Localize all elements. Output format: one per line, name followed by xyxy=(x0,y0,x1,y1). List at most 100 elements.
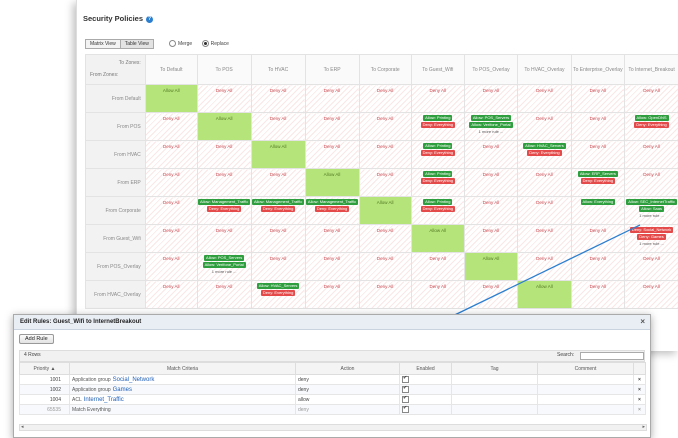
policy-cell[interactable]: Deny All xyxy=(518,253,571,281)
tab-matrix-view[interactable]: Matrix View xyxy=(86,40,120,48)
scroll-right-icon[interactable]: ▸ xyxy=(642,424,645,430)
policy-cell[interactable]: Deny All xyxy=(359,281,411,309)
enabled-checkbox[interactable] xyxy=(402,376,409,383)
more-rules-link[interactable]: 1 more rule ... xyxy=(637,241,666,247)
more-rules-link[interactable]: 1 more rule ... xyxy=(637,213,666,219)
priority-column-header[interactable]: Priority ▲ xyxy=(20,363,70,375)
horizontal-scrollbar[interactable]: ◂ ▸ xyxy=(19,424,647,431)
policy-cell[interactable]: Deny All xyxy=(625,281,678,309)
rule-action[interactable]: allow xyxy=(296,395,400,405)
policy-cell[interactable]: Deny All xyxy=(359,253,411,281)
policy-cell[interactable]: Allow: OpenDNSDeny: Everything xyxy=(625,113,678,141)
policy-cell[interactable]: Allow All xyxy=(518,281,571,309)
policy-cell[interactable]: Deny All xyxy=(359,169,411,197)
policy-cell[interactable]: Deny All xyxy=(305,253,359,281)
policy-cell[interactable]: Allow: Management_TrafficDeny: Everythin… xyxy=(251,197,305,225)
policy-cell[interactable]: Deny All xyxy=(305,85,359,113)
rule-tag[interactable] xyxy=(452,395,538,405)
policy-cell[interactable]: Deny All xyxy=(625,169,678,197)
policy-cell[interactable]: Deny All xyxy=(625,141,678,169)
policy-cell[interactable]: Deny All xyxy=(464,197,517,225)
policy-cell[interactable]: Deny All xyxy=(251,253,305,281)
policy-cell[interactable]: Allow: PrintingDeny: Everything xyxy=(411,141,464,169)
policy-cell[interactable]: Deny All xyxy=(359,141,411,169)
policy-cell[interactable]: Deny All xyxy=(145,225,197,253)
policy-cell[interactable]: Deny All xyxy=(464,169,517,197)
policy-cell[interactable]: Allow: Management_TrafficDeny: Everythin… xyxy=(197,197,251,225)
policy-cell[interactable]: Allow: PrintingDeny: Everything xyxy=(411,197,464,225)
policy-cell[interactable]: Deny All xyxy=(411,85,464,113)
rule-comment[interactable] xyxy=(538,385,634,395)
policy-cell[interactable]: Allow All xyxy=(464,253,517,281)
enabled-checkbox[interactable] xyxy=(402,406,409,413)
policy-cell[interactable]: Deny All xyxy=(145,141,197,169)
merge-option[interactable]: Merge xyxy=(169,41,192,47)
replace-radio[interactable] xyxy=(202,40,209,47)
rule-action[interactable]: deny xyxy=(296,375,400,385)
policy-cell[interactable]: Allow All xyxy=(197,113,251,141)
help-icon[interactable]: ? xyxy=(146,16,153,23)
rule-tag[interactable] xyxy=(452,385,538,395)
policy-cell[interactable]: Deny All xyxy=(251,113,305,141)
policy-cell[interactable]: Deny All xyxy=(571,253,624,281)
policy-cell[interactable]: Allow All xyxy=(411,225,464,253)
policy-cell[interactable]: Deny All xyxy=(305,141,359,169)
policy-cell[interactable]: Deny All xyxy=(625,253,678,281)
delete-rule-icon[interactable]: × xyxy=(634,405,646,415)
policy-cell[interactable]: Deny All xyxy=(464,141,517,169)
policy-cell[interactable]: Allow: SEC_InternetTrafficAllow: Saas1 m… xyxy=(625,197,678,225)
policy-cell[interactable]: Deny All xyxy=(197,85,251,113)
policy-cell[interactable]: Deny All xyxy=(571,85,624,113)
policy-cell[interactable]: Deny All xyxy=(145,169,197,197)
policy-cell[interactable]: Allow All xyxy=(359,197,411,225)
policy-cell[interactable]: Deny All xyxy=(145,113,197,141)
policy-cell[interactable]: Deny All xyxy=(197,281,251,309)
policy-cell[interactable]: Deny All xyxy=(359,113,411,141)
policy-cell[interactable]: Allow: Everything xyxy=(571,197,624,225)
policy-cell[interactable]: Allow: POS_ServersAllow: Verifone_Portal… xyxy=(464,113,517,141)
policy-cell[interactable]: Deny All xyxy=(571,281,624,309)
more-rules-link[interactable]: 1 more rule ... xyxy=(210,269,239,275)
policy-cell[interactable]: Allow: PrintingDeny: Everything xyxy=(411,113,464,141)
policy-cell[interactable]: Deny All xyxy=(518,113,571,141)
policy-cell[interactable]: Deny All xyxy=(625,85,678,113)
policy-cell[interactable]: Allow All xyxy=(305,169,359,197)
policy-cell[interactable]: Deny All xyxy=(464,281,517,309)
policy-cell[interactable]: Deny All xyxy=(305,281,359,309)
policy-cell[interactable]: Deny All xyxy=(571,141,624,169)
table-row[interactable]: 1001Application groupSocial_Networkdeny× xyxy=(20,375,646,385)
scroll-left-icon[interactable]: ◂ xyxy=(21,424,24,430)
policy-cell[interactable]: Allow All xyxy=(251,141,305,169)
rule-action[interactable]: deny xyxy=(296,405,400,415)
policy-cell[interactable]: Deny All xyxy=(197,141,251,169)
policy-cell[interactable]: Deny All xyxy=(411,253,464,281)
add-rule-button[interactable]: Add Rule xyxy=(19,334,54,344)
search-input[interactable] xyxy=(580,352,644,360)
criteria-name[interactable]: Games xyxy=(113,387,132,393)
policy-cell[interactable]: Deny All xyxy=(359,225,411,253)
policy-cell[interactable]: Allow: ERP_ServersDeny: Everything xyxy=(571,169,624,197)
enabled-checkbox[interactable] xyxy=(402,396,409,403)
policy-cell[interactable]: Deny All xyxy=(571,113,624,141)
policy-cell[interactable]: Deny All xyxy=(571,225,624,253)
policy-cell[interactable]: Deny: Social_NetworkDeny: Games1 more ru… xyxy=(625,225,678,253)
replace-option[interactable]: Replace xyxy=(202,41,229,47)
rule-tag[interactable] xyxy=(452,375,538,385)
policy-cell[interactable]: Deny All xyxy=(145,253,197,281)
policy-cell[interactable]: Allow: HVAC_ServersDeny: Everything xyxy=(251,281,305,309)
table-row[interactable]: 1002Application groupGamesdeny× xyxy=(20,385,646,395)
rule-comment[interactable] xyxy=(538,395,634,405)
table-row[interactable]: 1004ACLInternet_Trafficallow× xyxy=(20,395,646,405)
criteria-name[interactable]: Internet_Traffic xyxy=(84,397,124,403)
policy-cell[interactable]: Deny All xyxy=(145,197,197,225)
policy-cell[interactable]: Deny All xyxy=(464,85,517,113)
policy-cell[interactable]: Allow: HVAC_ServersDeny: Everything xyxy=(518,141,571,169)
policy-cell[interactable]: Deny All xyxy=(305,225,359,253)
policy-cell[interactable]: Allow: PrintingDeny: Everything xyxy=(411,169,464,197)
policy-cell[interactable]: Deny All xyxy=(251,225,305,253)
policy-cell[interactable]: Deny All xyxy=(359,85,411,113)
policy-cell[interactable]: Deny All xyxy=(197,169,251,197)
rule-comment[interactable] xyxy=(538,405,634,415)
delete-rule-icon[interactable]: × xyxy=(634,395,646,405)
enabled-checkbox[interactable] xyxy=(402,386,409,393)
